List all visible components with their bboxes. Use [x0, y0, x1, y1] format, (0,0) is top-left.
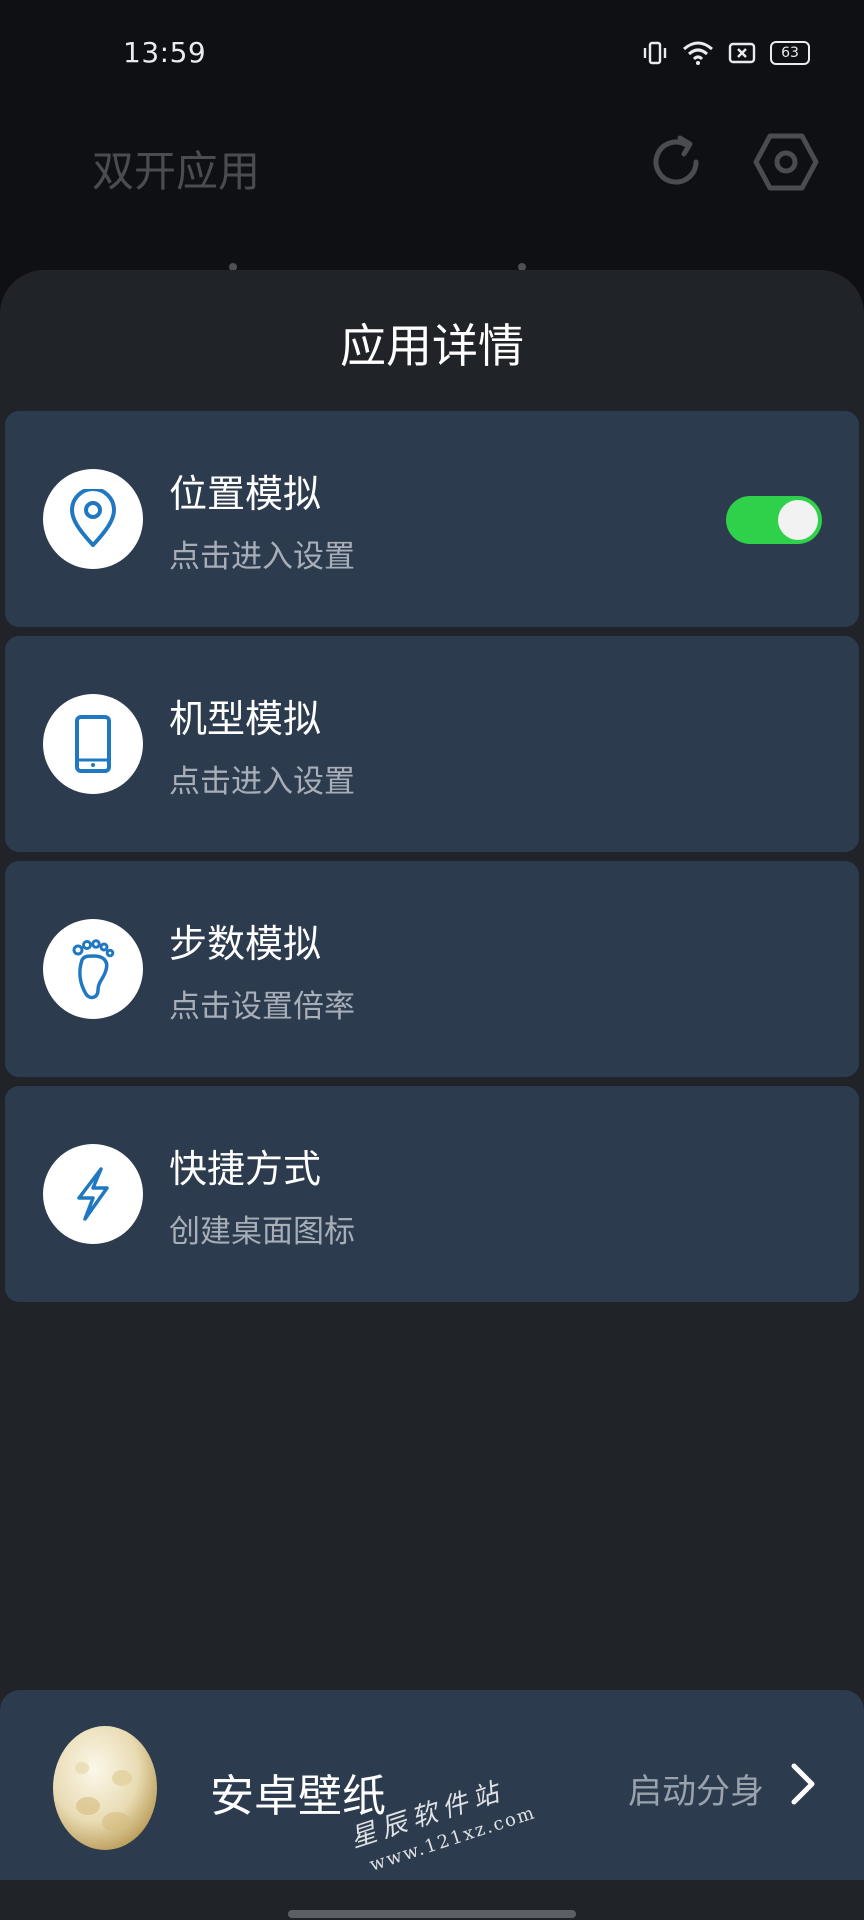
card-subtitle: 点击进入设置	[169, 764, 355, 800]
location-pin-icon	[43, 469, 143, 569]
device-model-simulation-card[interactable]: 机型模拟 点击进入设置	[5, 636, 859, 852]
location-simulation-card[interactable]: 位置模拟 点击进入设置	[5, 411, 859, 627]
card-subtitle: 点击进入设置	[169, 539, 355, 575]
settings-hex-icon[interactable]	[752, 130, 820, 198]
wifi-icon	[682, 40, 714, 66]
lightning-icon	[43, 1144, 143, 1244]
footprint-icon	[43, 919, 143, 1019]
home-indicator[interactable]	[288, 1910, 576, 1918]
app-details-sheet: 应用详情 位置模拟 点击进入设置 机型模拟 点击进入设置 步数模拟 点击设置倍率…	[0, 270, 864, 1920]
battery-icon: 63	[770, 41, 810, 65]
launch-clone-label[interactable]: 启动分身	[628, 1764, 764, 1813]
screen: 13:59 63 双开应用 应用详情 位置模拟 点击进入设置 机型模拟 点击进入…	[0, 0, 864, 1920]
shortcut-card[interactable]: 快捷方式 创建桌面图标	[5, 1086, 859, 1302]
refresh-icon[interactable]	[644, 130, 708, 198]
toggle-knob	[778, 500, 818, 540]
status-time: 13:59	[123, 36, 207, 69]
location-simulation-toggle[interactable]	[726, 496, 822, 544]
status-icons: 63	[642, 40, 810, 66]
card-title: 步数模拟	[169, 922, 322, 966]
card-title: 位置模拟	[169, 472, 322, 516]
status-bar: 13:59 63	[0, 0, 864, 110]
chevron-right-icon[interactable]	[788, 1760, 818, 1812]
card-subtitle: 点击设置倍率	[169, 989, 355, 1025]
card-subtitle: 创建桌面图标	[169, 1214, 355, 1250]
step-count-simulation-card[interactable]: 步数模拟 点击设置倍率	[5, 861, 859, 1077]
card-title: 快捷方式	[169, 1147, 322, 1191]
sim-error-icon	[728, 42, 756, 64]
sheet-title: 应用详情	[340, 319, 524, 373]
phone-icon	[43, 694, 143, 794]
egg-icon	[50, 1718, 160, 1854]
page-title: 双开应用	[92, 147, 261, 196]
card-title: 机型模拟	[169, 697, 322, 741]
vibrate-icon	[642, 41, 668, 65]
